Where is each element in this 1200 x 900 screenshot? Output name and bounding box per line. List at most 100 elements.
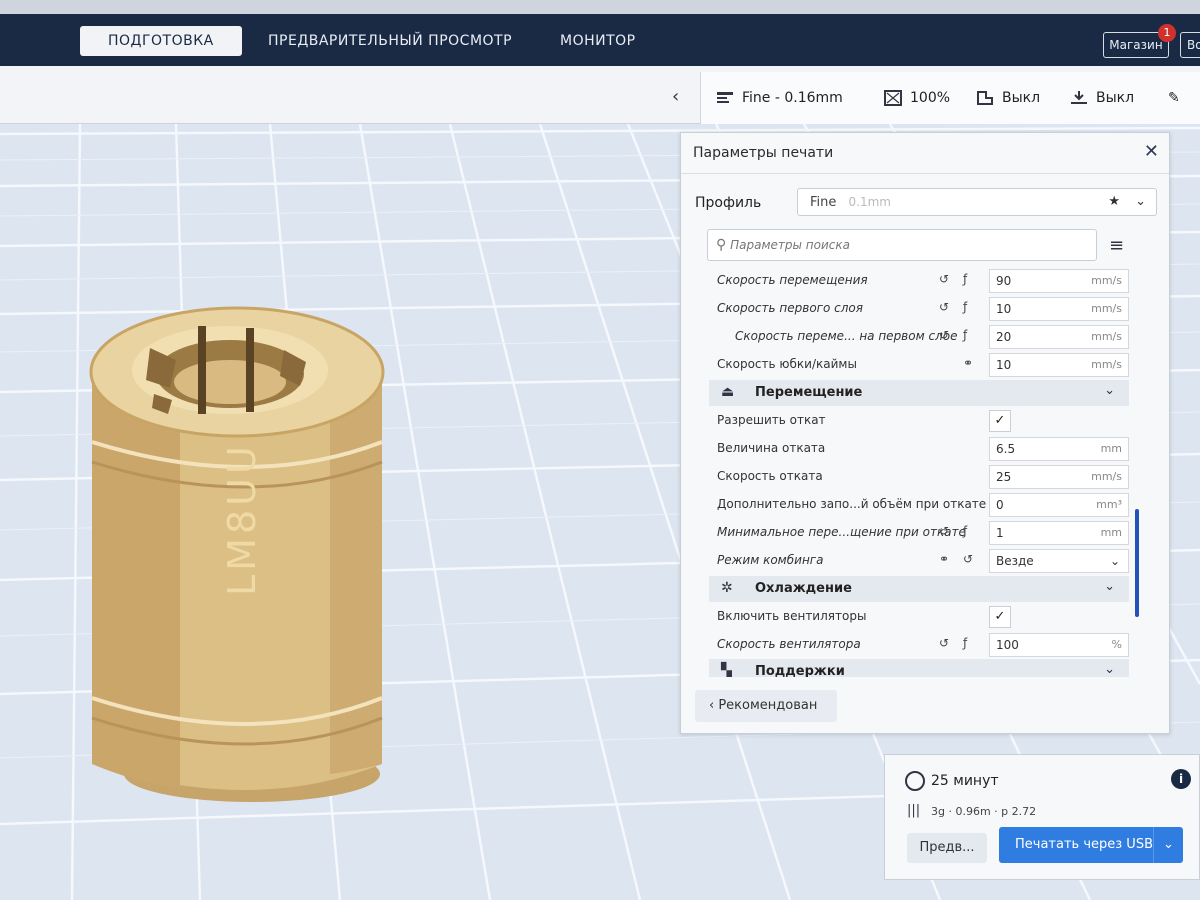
setting-unit: mm/s [1091, 302, 1122, 315]
setting-label: Скорость вентилятора [717, 637, 861, 651]
support-summary-label: Выкл [1002, 90, 1041, 106]
setting-row: Скорость перемещения ↺ ƒ 90 mm/s [681, 267, 1131, 295]
print-usb-button[interactable]: Печатать через USB ⌄ [999, 827, 1183, 863]
signin-button[interactable]: Во [1180, 32, 1200, 58]
setting-value[interactable]: 1 mm [989, 521, 1129, 545]
setting-row: Скорость переме... на первом слое ↺ ƒ 20… [681, 323, 1131, 351]
setting-row: Разрешить откат ✓ [681, 407, 1131, 435]
setting-value[interactable]: 10 mm/s [989, 353, 1129, 377]
setting-value-text: 1 [996, 526, 1004, 540]
settings-list[interactable]: Скорость перемещения ↺ ƒ 90 mm/s Скорость… [681, 267, 1171, 677]
setting-row: Скорость отката 25 mm/s [681, 463, 1131, 491]
window-strip [0, 0, 1200, 14]
print-estimate-panel: 25 минут i ||| 3g · 0.96m · р 2.72 Предв… [884, 754, 1200, 880]
panel-title: Параметры печати [693, 145, 834, 161]
tab-monitor[interactable]: МОНИТОР [560, 26, 636, 56]
retraction-checkbox[interactable]: ✓ [989, 410, 1011, 432]
chevron-down-icon: ⌄ [1104, 579, 1115, 594]
adhesion-icon [1071, 91, 1087, 104]
profile-label: Профиль [695, 195, 762, 211]
model-engraving: LM8UU [220, 442, 264, 596]
reset-icon[interactable]: ↺ [939, 636, 949, 650]
combing-select[interactable]: Везде ⌄ [989, 549, 1129, 573]
preview-button[interactable]: Предв... [907, 833, 987, 863]
reset-icon[interactable]: ↺ [939, 300, 949, 314]
setting-value-text: 20 [996, 330, 1012, 344]
setting-row: Дополнительно запо...й объём при откате … [681, 491, 1131, 519]
setting-value[interactable]: 25 mm/s [989, 465, 1129, 489]
setting-value-text: 0 [996, 498, 1004, 512]
setting-value-text: 10 [996, 358, 1012, 372]
setting-value-text: 25 [996, 470, 1012, 484]
setting-unit: mm/s [1091, 358, 1122, 371]
setting-label: Скорость первого слоя [717, 301, 863, 315]
chevron-down-icon: ⌄ [1104, 662, 1115, 677]
setting-label: Скорость юбки/каймы [717, 357, 857, 371]
setting-label: Минимальное пере...щение при откате [717, 525, 966, 539]
link-icon[interactable]: ⚭ [939, 552, 949, 566]
setting-unit: mm [1100, 526, 1122, 539]
pencil-icon[interactable]: ✎ [1168, 90, 1180, 106]
setting-row: Скорость первого слоя ↺ ƒ 10 mm/s [681, 295, 1131, 323]
print-time: 25 минут [931, 773, 999, 789]
adhesion-summary[interactable]: Выкл [1070, 90, 1134, 106]
reset-icon[interactable]: ↺ [939, 272, 949, 286]
support-icon: ▚ [721, 663, 732, 677]
function-icon[interactable]: ƒ [963, 636, 967, 650]
support-summary[interactable]: Выкл [976, 90, 1040, 106]
infill-summary-label: 100% [910, 90, 951, 106]
notification-badge: 1 [1158, 24, 1176, 42]
close-icon[interactable]: ✕ [1144, 141, 1159, 162]
category-support[interactable]: ▚ Поддержки ⌄ [709, 659, 1129, 677]
recommended-button[interactable]: ‹ Рекомендован [695, 690, 837, 722]
chevron-left-icon: ‹ [709, 698, 715, 713]
function-icon[interactable]: ƒ [963, 272, 967, 286]
category-label: Поддержки [755, 664, 845, 677]
adhesion-summary-label: Выкл [1096, 90, 1135, 106]
infill-summary[interactable]: 100% [884, 90, 950, 106]
chevron-left-icon[interactable]: ‹ [672, 86, 679, 107]
setting-label: Дополнительно запо...й объём при откате [717, 497, 987, 511]
search-input[interactable]: ⚲ Параметры поиска [707, 229, 1097, 261]
setting-row: Скорость юбки/каймы ⚭ 10 mm/s [681, 351, 1131, 379]
recommended-label: Рекомендован [718, 698, 818, 713]
profile-select[interactable]: Fine 0.1mm ★ ⌄ [797, 188, 1157, 216]
link-icon[interactable]: ⚭ [963, 356, 973, 370]
setting-value[interactable]: 100% [989, 633, 1129, 657]
function-icon[interactable]: ƒ [963, 300, 967, 314]
scrollbar[interactable] [1135, 509, 1139, 617]
setting-unit: mm³ [1096, 498, 1122, 511]
function-icon[interactable]: ƒ [963, 328, 967, 342]
setting-row: Величина отката 6.5 mm [681, 435, 1131, 463]
setting-value[interactable]: 6.5 mm [989, 437, 1129, 461]
chevron-down-icon: ⌄ [1109, 554, 1120, 568]
chevron-down-icon[interactable]: ⌄ [1153, 827, 1183, 863]
category-travel[interactable]: ⏏ Перемещение ⌄ [709, 380, 1129, 406]
star-icon[interactable]: ★ [1108, 189, 1120, 215]
reset-icon[interactable]: ↺ [939, 524, 949, 538]
category-cooling[interactable]: ✲ Охлаждение ⌄ [709, 576, 1129, 602]
setting-value[interactable]: 90 mm/s [989, 269, 1129, 293]
info-icon[interactable]: i [1171, 769, 1191, 789]
setting-value[interactable]: 20 mm/s [989, 325, 1129, 349]
tab-preview[interactable]: ПРЕДВАРИТЕЛЬНЫЙ ПРОСМОТР [268, 26, 512, 56]
chevron-down-icon: ⌄ [1104, 383, 1115, 398]
setting-value[interactable]: 10 mm/s [989, 297, 1129, 321]
profile-summary[interactable]: Fine - 0.16mm [716, 90, 843, 106]
setting-label: Включить вентиляторы [717, 609, 867, 623]
print-usb-label: Печатать через USB [1015, 837, 1153, 852]
setting-label: Скорость отката [717, 469, 823, 483]
travel-icon: ⏏ [721, 384, 735, 400]
tab-prepare[interactable]: ПОДГОТОВКА [80, 26, 242, 56]
category-label: Перемещение [755, 385, 863, 400]
reset-icon[interactable]: ↺ [963, 552, 973, 566]
reset-icon[interactable]: ↺ [939, 328, 949, 342]
function-icon[interactable]: ƒ [963, 524, 967, 538]
search-placeholder: Параметры поиска [730, 238, 850, 252]
setting-unit: % [1111, 638, 1122, 651]
menu-icon[interactable]: ≡ [1109, 235, 1124, 256]
category-label: Охлаждение [755, 581, 852, 596]
fan-checkbox[interactable]: ✓ [989, 606, 1011, 628]
setting-value[interactable]: 0 mm³ [989, 493, 1129, 517]
setting-row: Режим комбинга ⚭ ↺ Везде ⌄ [681, 547, 1131, 575]
